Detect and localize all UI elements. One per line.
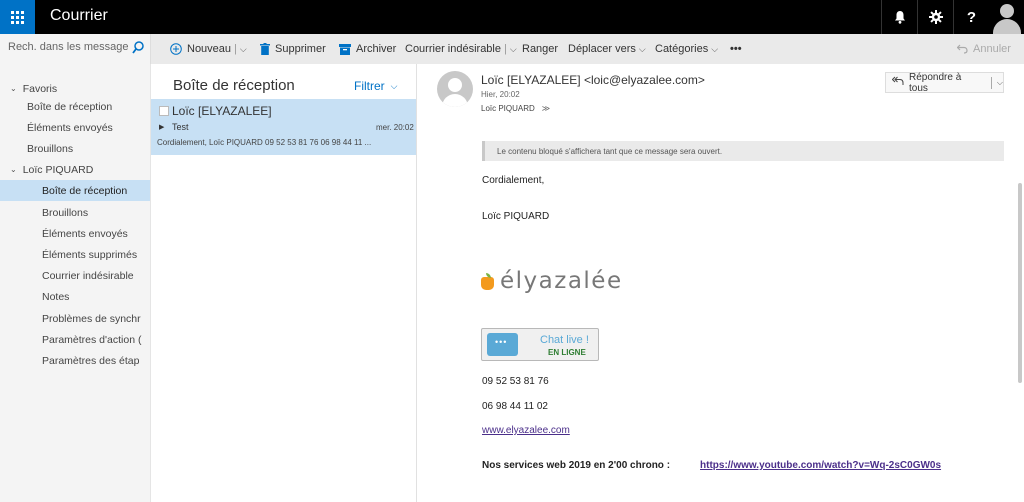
scrollbar[interactable] (1018, 183, 1022, 383)
favorite-sent[interactable]: Éléments envoyés (0, 117, 150, 138)
phone-2: 06 98 44 11 02 (482, 401, 548, 412)
notifications-button[interactable] (881, 0, 917, 34)
move-to-button[interactable]: Déplacer vers ⌵ (568, 34, 646, 64)
select-checkbox[interactable] (159, 106, 169, 116)
search-box (0, 34, 151, 64)
user-avatar-button[interactable] (989, 0, 1024, 34)
filter-button[interactable]: Filtrer ⌵ (354, 79, 398, 93)
bell-icon (894, 11, 905, 24)
blocked-content-notice: Le contenu bloqué s'affichera tant que c… (482, 141, 1004, 161)
trash-icon (260, 43, 270, 55)
waffle-icon (11, 10, 24, 24)
promo-link[interactable]: https://www.youtube.com/watch?v=Wq-2sC0G… (700, 460, 941, 471)
undo-icon (957, 44, 968, 54)
promo-label: Nos services web 2019 en 2'00 chrono : (482, 460, 671, 471)
folder-action-settings[interactable]: Paramètres d'action ( (0, 329, 150, 350)
favorite-drafts[interactable]: Brouillons (0, 138, 150, 159)
search-icon[interactable] (132, 41, 144, 55)
move-label: Déplacer vers (568, 43, 636, 55)
reply-all-icon (891, 76, 904, 89)
recipient-name: Loïc PIQUARD (481, 104, 535, 113)
folder-inbox[interactable]: Boîte de réception (0, 180, 150, 201)
folder-step-settings[interactable]: Paramètres des étap (0, 350, 150, 371)
favorite-inbox[interactable]: Boîte de réception (0, 96, 150, 117)
reply-all-label: Répondre à tous (909, 71, 962, 94)
caret-down-icon[interactable]: ⌄ (10, 84, 17, 93)
junk-button[interactable]: Courrier indésirable | ⌵ (405, 34, 517, 64)
greeting-text: Cordialement, (482, 175, 545, 186)
undo-label: Annuler (973, 43, 1011, 55)
plus-circle-icon (170, 43, 182, 55)
account-label: Loïc PIQUARD (22, 163, 94, 176)
sender-avatar[interactable] (437, 71, 473, 107)
junk-label: Courrier indésirable (405, 43, 501, 55)
ellipsis-icon: ••• (730, 43, 742, 55)
fruit-icon (481, 272, 494, 290)
logo-wordmark: élyazalée (500, 268, 623, 294)
double-chevron-down-icon[interactable]: ≫ (542, 104, 550, 113)
chevron-down-icon[interactable]: ⌵ (510, 44, 517, 55)
folder-deleted[interactable]: Éléments supprimés (0, 244, 150, 265)
message-time: mer. 20:02 (376, 123, 414, 132)
reply-all-button[interactable]: Répondre à tous ⌵ (885, 71, 1004, 94)
chat-line2: EN LIGNE (548, 348, 586, 357)
message-date: Hier, 20:02 (481, 90, 520, 99)
archive-icon (339, 43, 351, 55)
folder-sent[interactable]: Éléments envoyés (0, 223, 150, 244)
recipients[interactable]: Loïc PIQUARD ≫ (481, 104, 550, 113)
help-button[interactable]: ? (953, 0, 989, 34)
categories-label: Catégories (655, 43, 709, 55)
gear-icon (928, 10, 943, 24)
new-label: Nouveau (187, 43, 232, 55)
new-message-button[interactable]: Nouveau | ⌵ (170, 34, 247, 64)
account-group[interactable]: ⌄ Loïc PIQUARD (0, 159, 150, 180)
message-list: Boîte de réception Filtrer ⌵ Loïc [ELYAZ… (151, 64, 417, 502)
reading-pane: Loïc [ELYAZALEE] <loic@elyazalee.com> Hi… (417, 64, 1024, 502)
chat-line1: Chat live ! (540, 334, 589, 346)
top-bar: Courrier ? (0, 0, 1024, 34)
folder-notes[interactable]: Notes (0, 286, 150, 307)
list-title: Boîte de réception (173, 77, 295, 94)
message-subject: Test (172, 122, 189, 132)
question-mark-icon: ? (966, 8, 977, 26)
brand-logo: élyazalée (481, 268, 623, 294)
chat-live-badge[interactable]: ••• Chat live ! EN LIGNE (481, 328, 599, 361)
app-launcher-button[interactable] (0, 0, 35, 34)
phone-1: 09 52 53 81 76 (482, 376, 549, 387)
caret-down-icon[interactable]: ⌄ (10, 165, 17, 174)
more-actions-button[interactable]: ••• (730, 34, 742, 64)
expand-arrow-icon[interactable]: ▶ (159, 123, 164, 131)
favorites-label: Favoris (22, 82, 58, 95)
chat-bubble-icon: ••• (487, 333, 518, 356)
settings-button[interactable] (917, 0, 953, 34)
sweep-label: Ranger (522, 43, 559, 55)
sweep-button[interactable]: Ranger (522, 34, 558, 64)
website-link[interactable]: www.elyazalee.com (482, 425, 570, 436)
list-item[interactable]: Loïc [ELYAZALEE] ▶ Test mer. 20:02 Cordi… (151, 99, 416, 155)
categories-button[interactable]: Catégories ⌵ (655, 34, 718, 64)
delete-label: Supprimer (275, 43, 326, 55)
search-input[interactable] (8, 41, 128, 53)
chevron-down-icon[interactable]: ⌵ (240, 44, 247, 55)
message-preview: Cordialement, Loïc PIQUARD 09 52 53 81 7… (157, 138, 372, 147)
chevron-down-icon: ⌵ (390, 80, 398, 91)
chevron-down-icon: ⌵ (711, 43, 719, 54)
sender-address[interactable]: Loïc [ELYAZALEE] <loic@elyazalee.com> (481, 73, 705, 87)
delete-button[interactable]: Supprimer (260, 34, 326, 64)
undo-button[interactable]: Annuler (957, 34, 1011, 64)
message-sender: Loïc [ELYAZALEE] (172, 104, 272, 118)
avatar-body (993, 19, 1021, 34)
archive-button[interactable]: Archiver (339, 34, 396, 64)
folder-drafts[interactable]: Brouillons (0, 202, 150, 223)
folder-pane: ⌄ Favoris Boîte de réception Éléments en… (0, 64, 151, 502)
avatar-head (1000, 4, 1014, 18)
archive-label: Archiver (356, 43, 397, 55)
chevron-down-icon[interactable]: ⌵ (997, 78, 1003, 88)
signature-name: Loïc PIQUARD (482, 211, 550, 222)
folder-junk[interactable]: Courrier indésirable (0, 265, 150, 286)
app-title: Courrier (50, 7, 108, 24)
filter-label: Filtrer (354, 79, 385, 93)
folder-sync-issues[interactable]: Problèmes de synchr (0, 308, 150, 329)
chevron-down-icon: ⌵ (638, 43, 646, 54)
